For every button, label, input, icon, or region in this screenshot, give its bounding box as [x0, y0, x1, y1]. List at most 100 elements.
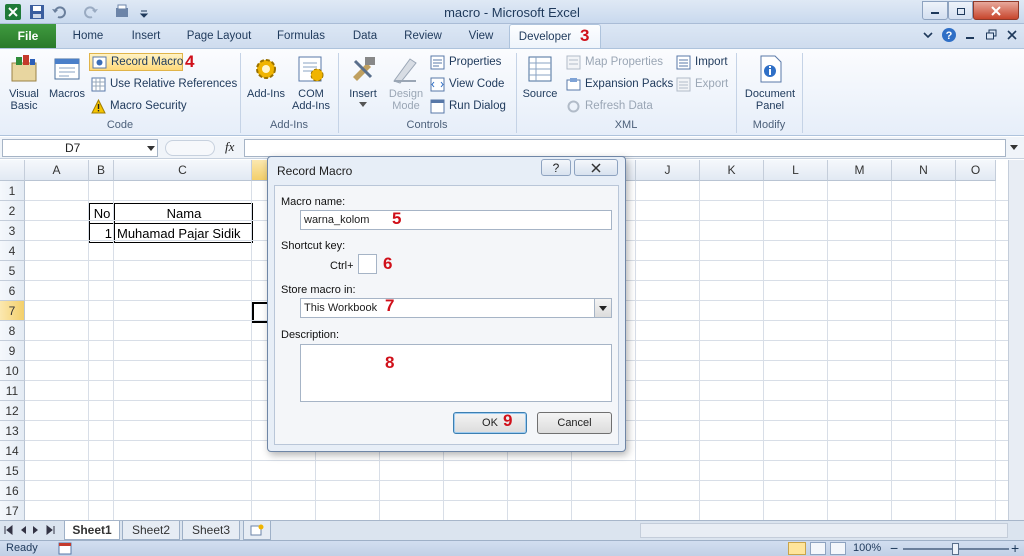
- sheet-tab-1[interactable]: Sheet1: [64, 521, 120, 540]
- column-header[interactable]: C: [114, 160, 252, 181]
- map-properties-button[interactable]: Map Properties: [566, 53, 663, 71]
- zoom-level[interactable]: 100%: [853, 542, 881, 554]
- row-header[interactable]: 1: [0, 181, 25, 201]
- tab-review[interactable]: Review: [399, 24, 447, 48]
- zoom-out-button[interactable]: −: [890, 540, 898, 556]
- export-button[interactable]: Export: [676, 75, 728, 93]
- tab-view[interactable]: View: [461, 24, 501, 48]
- expand-formula-bar-icon[interactable]: [1010, 145, 1018, 150]
- description-textarea[interactable]: [300, 344, 612, 402]
- tab-formulas[interactable]: Formulas: [270, 24, 332, 48]
- row-header[interactable]: 16: [0, 481, 25, 501]
- row-header[interactable]: 9: [0, 341, 25, 361]
- row-header[interactable]: 7: [0, 301, 25, 321]
- gridline: [995, 181, 996, 520]
- column-header[interactable]: N: [892, 160, 956, 181]
- formula-bar-expander[interactable]: [165, 140, 215, 156]
- expansion-packs-button[interactable]: Expansion Packs: [566, 75, 673, 93]
- insert-control-button[interactable]: Insert: [342, 53, 384, 107]
- row-header[interactable]: 2: [0, 201, 25, 221]
- column-header[interactable]: J: [636, 160, 700, 181]
- column-header[interactable]: A: [25, 160, 89, 181]
- first-sheet-icon[interactable]: [4, 525, 13, 535]
- insert-function-button[interactable]: fx: [225, 139, 234, 155]
- cell-c2[interactable]: Nama: [115, 204, 253, 224]
- workbook-restore-icon[interactable]: [985, 28, 997, 42]
- row-header[interactable]: 14: [0, 441, 25, 461]
- vertical-scrollbar[interactable]: [1008, 160, 1024, 520]
- tab-file[interactable]: File: [0, 24, 56, 48]
- zoom-in-button[interactable]: +: [1011, 540, 1019, 556]
- row-header[interactable]: 6: [0, 281, 25, 301]
- visual-basic-button[interactable]: Visual Basic: [4, 53, 44, 112]
- insert-worksheet-icon: [250, 524, 264, 536]
- column-header[interactable]: L: [764, 160, 828, 181]
- tab-data[interactable]: Data: [345, 24, 385, 48]
- previous-sheet-icon[interactable]: [18, 525, 27, 535]
- add-ins-button[interactable]: Add-Ins: [244, 53, 288, 100]
- store-macro-dropdown-button[interactable]: [594, 299, 611, 317]
- store-macro-select[interactable]: This Workbook: [300, 298, 612, 318]
- restore-button[interactable]: [948, 1, 973, 20]
- column-header[interactable]: B: [89, 160, 114, 181]
- name-box[interactable]: D7: [2, 139, 158, 157]
- next-sheet-icon[interactable]: [32, 525, 41, 535]
- refresh-data-button[interactable]: Refresh Data: [566, 97, 653, 115]
- sheet-tab-2[interactable]: Sheet2: [122, 521, 180, 540]
- import-button[interactable]: Import: [676, 53, 728, 71]
- sheet-tab-3[interactable]: Sheet3: [182, 521, 240, 540]
- normal-view-icon[interactable]: [788, 542, 806, 555]
- macro-name-input[interactable]: warna_kolom: [300, 210, 612, 230]
- dialog-close-button[interactable]: [574, 159, 618, 176]
- dialog-help-button[interactable]: ?: [541, 159, 571, 176]
- ok-button[interactable]: OK: [453, 412, 527, 434]
- select-all-corner[interactable]: [0, 160, 25, 181]
- use-relative-references-button[interactable]: Use Relative References: [91, 75, 237, 93]
- design-mode-button[interactable]: Design Mode: [384, 53, 428, 112]
- cell-b2[interactable]: No: [90, 204, 114, 224]
- tab-page-layout[interactable]: Page Layout: [182, 24, 256, 48]
- row-header[interactable]: 5: [0, 261, 25, 281]
- row-header[interactable]: 13: [0, 421, 25, 441]
- row-header[interactable]: 10: [0, 361, 25, 381]
- row-header[interactable]: 3: [0, 221, 25, 241]
- row-header[interactable]: 17: [0, 501, 25, 520]
- tab-home[interactable]: Home: [66, 24, 110, 48]
- column-header[interactable]: K: [700, 160, 764, 181]
- macros-button[interactable]: Macros: [46, 53, 88, 100]
- column-header[interactable]: O: [956, 160, 996, 181]
- view-code-button[interactable]: View Code: [430, 75, 504, 93]
- horizontal-scrollbar[interactable]: [640, 523, 1008, 538]
- insert-worksheet-button[interactable]: [243, 521, 271, 540]
- xml-source-button[interactable]: Source: [520, 53, 560, 100]
- cell-b3[interactable]: 1: [90, 224, 112, 244]
- zoom-slider-thumb[interactable]: [952, 543, 959, 555]
- shortcut-key-input[interactable]: [358, 254, 377, 274]
- row-header[interactable]: 11: [0, 381, 25, 401]
- run-dialog-button[interactable]: Run Dialog: [430, 97, 506, 115]
- row-header[interactable]: 15: [0, 461, 25, 481]
- properties-button[interactable]: Properties: [430, 53, 501, 71]
- page-layout-view-icon[interactable]: [810, 542, 826, 555]
- workbook-close-icon[interactable]: [1006, 28, 1018, 42]
- row-header[interactable]: 4: [0, 241, 25, 261]
- cell-c3[interactable]: Muhamad Pajar Sidik: [117, 224, 253, 244]
- tab-insert[interactable]: Insert: [124, 24, 168, 48]
- last-sheet-icon[interactable]: [46, 525, 55, 535]
- formula-input[interactable]: [244, 139, 1006, 157]
- com-add-ins-button[interactable]: COM Add-Ins: [288, 53, 334, 112]
- row-header[interactable]: 8: [0, 321, 25, 341]
- help-icon[interactable]: ?: [941, 27, 957, 43]
- minimize-button[interactable]: [922, 1, 948, 20]
- column-header[interactable]: M: [828, 160, 892, 181]
- macro-security-button[interactable]: Macro Security: [91, 97, 187, 115]
- page-break-view-icon[interactable]: [830, 542, 846, 555]
- workbook-minimize-icon[interactable]: [964, 28, 976, 42]
- row-header[interactable]: 12: [0, 401, 25, 421]
- record-macro-button[interactable]: Record Macro: [89, 53, 183, 71]
- document-panel-button[interactable]: Document Panel: [740, 53, 800, 112]
- macro-recording-icon[interactable]: [58, 542, 72, 555]
- cancel-button[interactable]: Cancel: [537, 412, 612, 434]
- minimize-ribbon-icon[interactable]: [921, 28, 935, 42]
- close-button[interactable]: [973, 1, 1019, 20]
